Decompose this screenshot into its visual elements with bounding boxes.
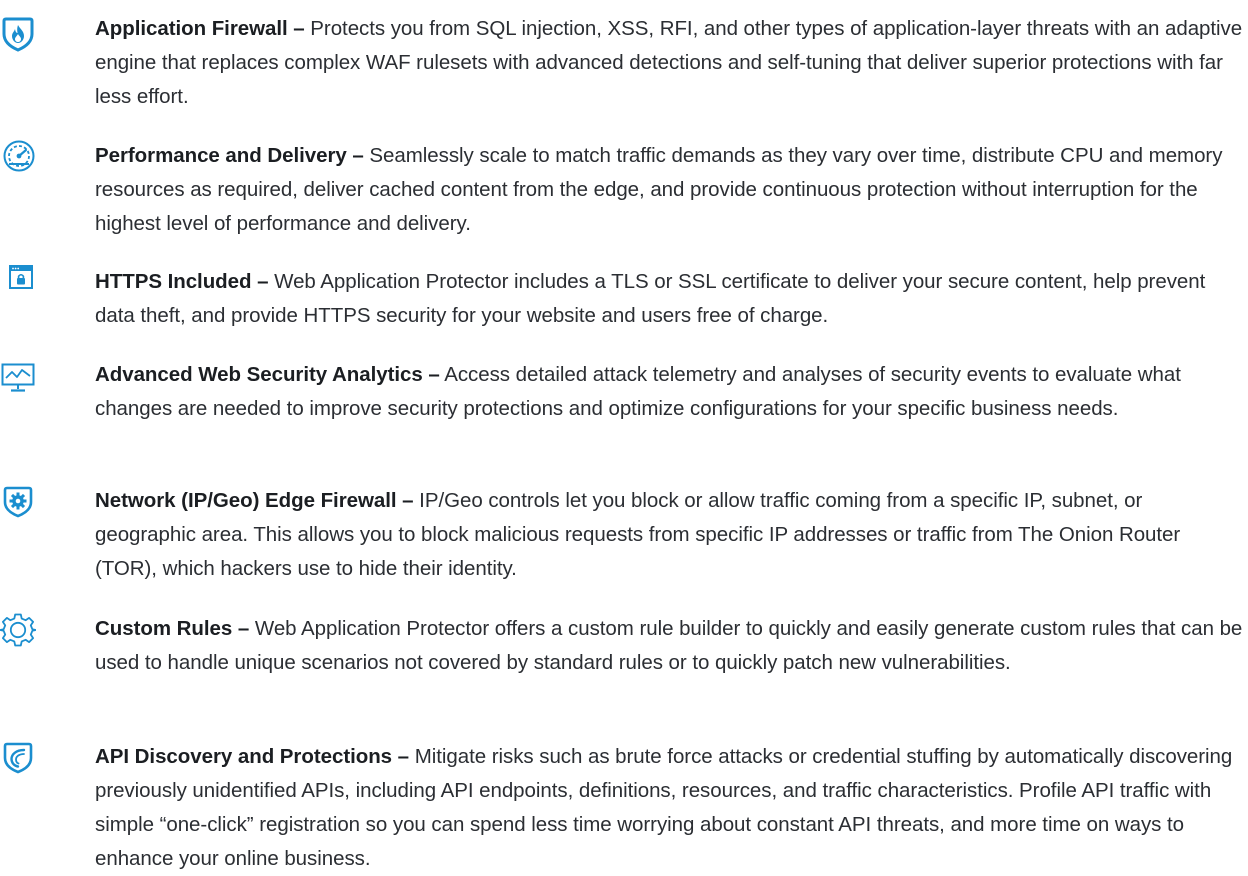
feature-title: Custom Rules – — [95, 617, 250, 640]
feature-title: API Discovery and Protections – — [95, 745, 410, 768]
feature-description: Web Application Protector offers a custo… — [95, 617, 1243, 674]
feature-title: Application Firewall – — [95, 17, 305, 40]
feature-paragraph: Performance and Delivery – Seamlessly sc… — [95, 139, 1243, 241]
feature-paragraph: Application Firewall – Protects you from… — [95, 12, 1243, 114]
feature-title: Performance and Delivery – — [95, 144, 364, 167]
gear-icon — [0, 612, 36, 648]
browser-lock-icon — [9, 265, 45, 301]
monitor-chart-icon — [1, 363, 37, 399]
gear-shield-icon — [2, 486, 38, 522]
flame-shield-icon — [0, 16, 36, 52]
feature-title: HTTPS Included – — [95, 270, 269, 293]
feature-paragraph: Network (IP/Geo) Edge Firewall – IP/Geo … — [95, 484, 1243, 586]
feature-paragraph: HTTPS Included – Web Application Protect… — [95, 265, 1243, 333]
feature-paragraph: API Discovery and Protections – Mitigate… — [95, 740, 1243, 876]
api-shield-icon — [2, 742, 38, 778]
feature-title: Advanced Web Security Analytics – — [95, 363, 440, 386]
speedometer-icon — [2, 139, 38, 175]
feature-paragraph: Custom Rules – Web Application Protector… — [95, 612, 1243, 680]
feature-paragraph: Advanced Web Security Analytics – Access… — [95, 358, 1243, 426]
feature-title: Network (IP/Geo) Edge Firewall – — [95, 489, 414, 512]
